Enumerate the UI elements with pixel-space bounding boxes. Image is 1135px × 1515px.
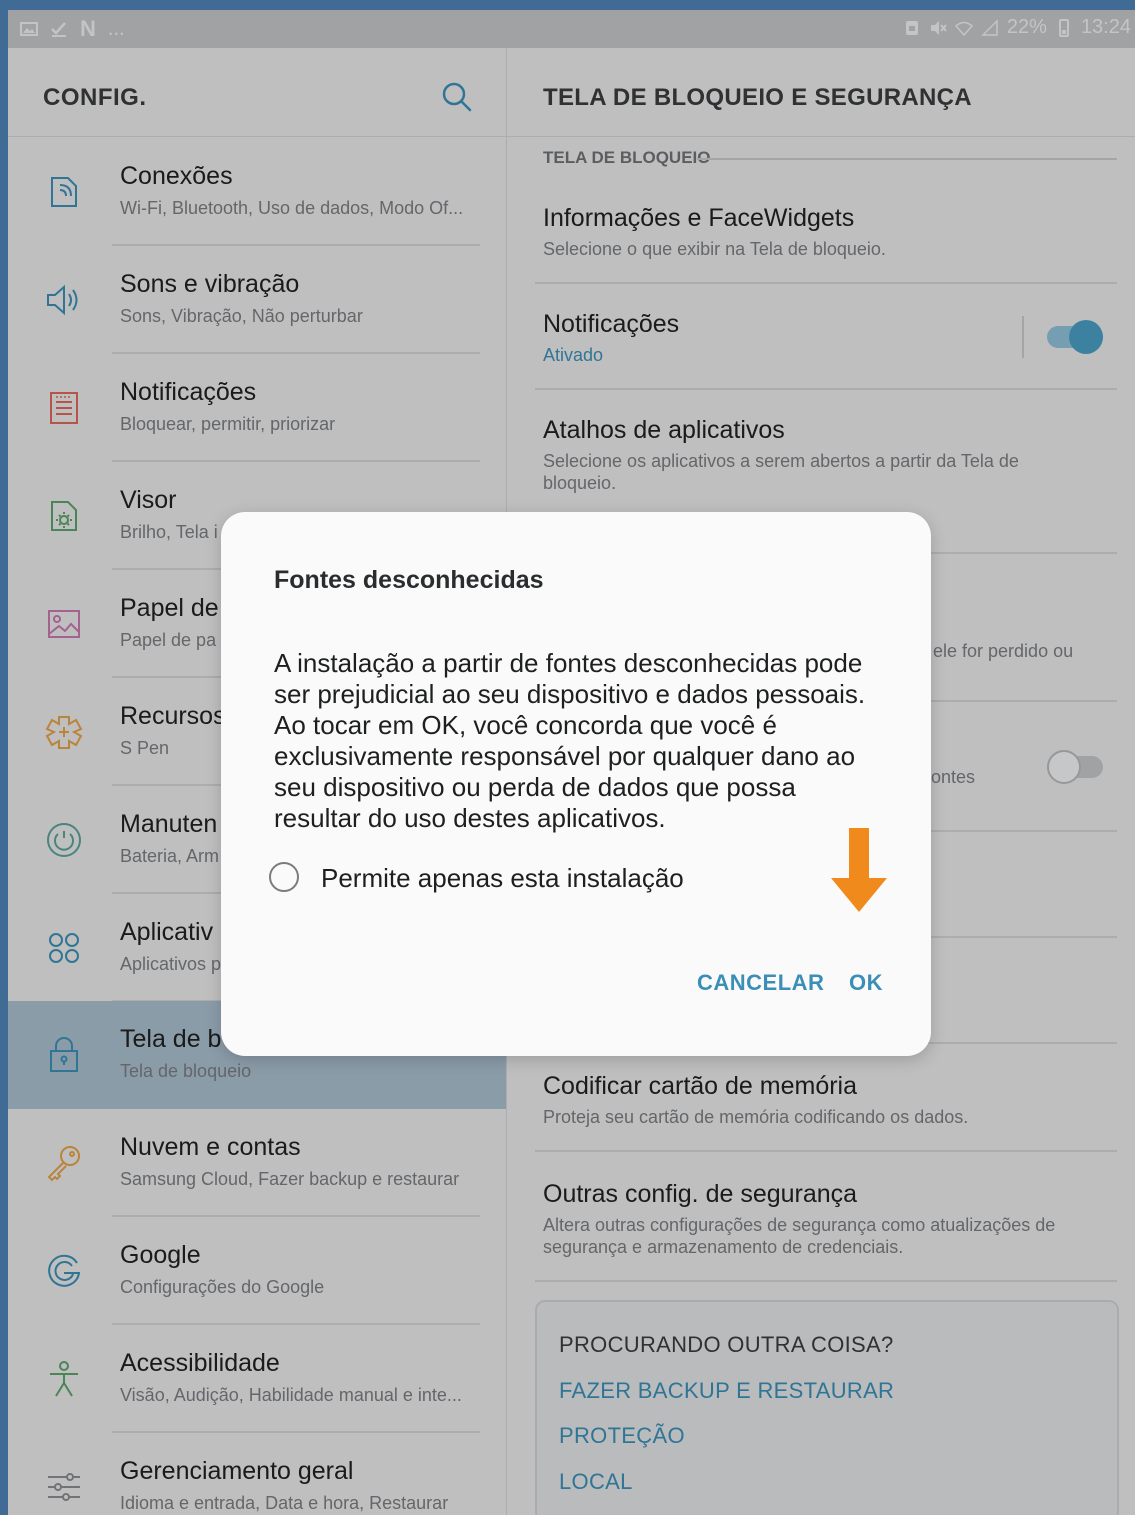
unknown-sources-dialog: Fontes desconhecidas A instalação a part… [221, 512, 931, 1056]
radio-label: Permite apenas esta instalação [321, 863, 684, 893]
dialog-title: Fontes desconhecidas [274, 566, 544, 594]
cancel-button[interactable]: CANCELAR [697, 970, 824, 996]
ok-button[interactable]: OK [849, 970, 883, 996]
dialog-message: A instalação a partir de fontes desconhe… [274, 648, 866, 833]
radio-button[interactable] [269, 862, 299, 892]
arrow-down-icon [831, 828, 887, 912]
